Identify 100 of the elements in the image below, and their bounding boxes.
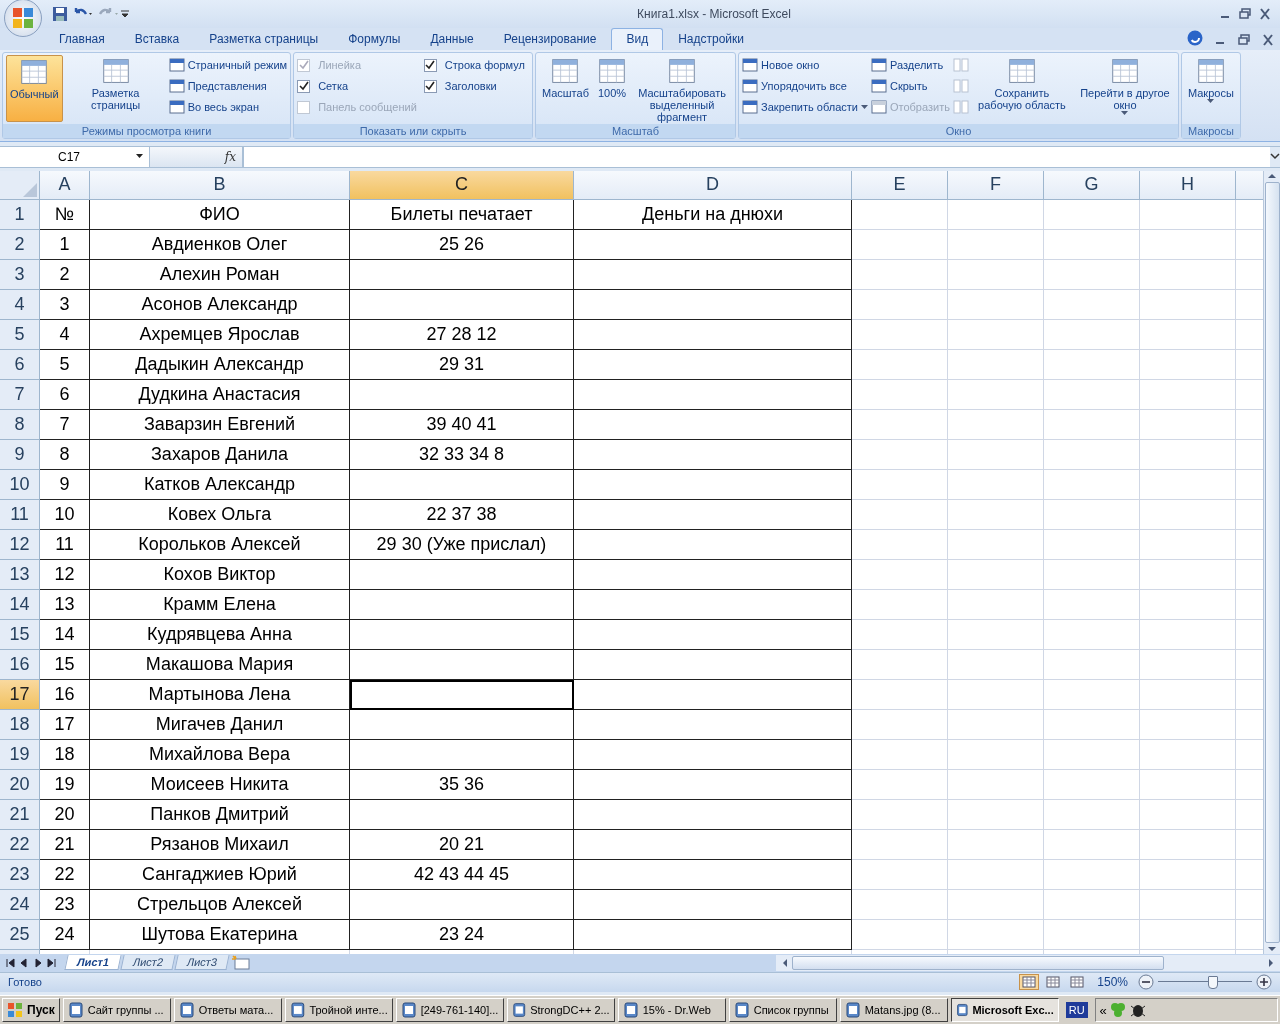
row-header[interactable]: 10 [0,469,40,500]
table-cell: Сангаджиев Юрий [90,859,350,890]
row-header[interactable]: 1 [0,199,40,230]
sheet-tab[interactable]: Лист1 [64,955,122,971]
row-header[interactable]: 5 [0,319,40,350]
row-header[interactable]: 25 [0,919,40,950]
taskbar-button[interactable]: Microsoft Exc... [950,998,1059,1023]
taskbar-button[interactable]: Matans.jpg (8... [839,998,948,1023]
ribbon-button[interactable]: Во весь экран [168,98,288,116]
ribbon-tab[interactable]: Формулы [333,28,416,50]
view-button[interactable] [1019,974,1040,991]
checkbox[interactable]: Заголовки [423,77,525,95]
sheet-icon [1110,57,1139,85]
column-header[interactable]: B [90,170,350,200]
customize-icon[interactable] [120,9,130,19]
ribbon-button[interactable]: Макросы [1184,55,1237,122]
column-header[interactable]: D [574,170,852,200]
column-header[interactable]: E [852,170,948,200]
taskbar-button[interactable]: 15% - Dr.Web [617,998,726,1023]
restore-icon[interactable] [1237,34,1251,46]
row-header[interactable]: 6 [0,349,40,380]
tray-expand-button[interactable]: « [1099,1002,1107,1018]
ribbon-tab[interactable]: Главная [44,28,120,50]
close-icon[interactable] [1258,8,1272,20]
column-header[interactable]: G [1044,170,1140,200]
checkbox[interactable]: Сетка [297,77,417,95]
ribbon-tab[interactable]: Вид [611,28,664,50]
ribbon-button[interactable]: Новое окно [742,56,868,74]
ribbon-button[interactable]: 100% [594,55,630,122]
row-header[interactable]: 14 [0,589,40,620]
save-icon[interactable] [52,6,68,22]
row-header[interactable]: 9 [0,439,40,470]
ribbon-button[interactable]: Разметка страницы [65,55,166,122]
close-icon[interactable] [1261,34,1275,46]
row-header[interactable]: 12 [0,529,40,560]
checkbox[interactable]: Строка формул [423,56,525,74]
insert-sheet-icon[interactable] [230,954,253,971]
scroll-thumb[interactable] [792,955,1165,970]
row-header[interactable]: 3 [0,259,40,290]
horizontal-scrollbar[interactable] [776,954,1280,971]
zoom-in-icon[interactable] [1256,974,1272,991]
language-indicator[interactable]: RU [1065,1002,1088,1019]
help-icon[interactable] [1187,30,1203,46]
ribbon-button[interactable]: Представления [168,77,288,95]
ribbon-button[interactable]: Страничный режим [168,56,288,74]
ribbon-tab[interactable]: Вставка [119,28,195,50]
row-header[interactable]: 21 [0,799,40,830]
ribbon-button[interactable]: Масштаб [538,55,592,122]
taskbar-button[interactable]: Тройной инте... [284,998,393,1023]
ribbon-tab[interactable]: Данные [415,28,489,50]
ribbon-tab[interactable]: Надстройки [663,28,759,50]
taskbar-button[interactable]: [249-761-140]... [395,998,504,1023]
row-header[interactable]: 7 [0,379,40,410]
sheet-tab[interactable]: Лист2 [120,955,176,971]
row-header[interactable]: 4 [0,289,40,320]
ribbon-tab[interactable]: Разметка страницы [194,28,334,50]
ribbon-button[interactable]: Разделить [870,56,950,74]
column-header[interactable]: A [40,170,90,200]
ribbon-button[interactable]: Обычный [6,55,63,122]
ribbon-button[interactable]: Скрыть [870,77,950,95]
zoom-out-icon[interactable] [1138,974,1154,991]
row-header[interactable]: 15 [0,619,40,650]
table-cell: 7 [40,409,90,440]
taskbar-button[interactable]: Ответы мата... [173,998,282,1023]
scroll-right-icon[interactable] [1266,956,1276,969]
bug-icon[interactable] [1128,1002,1147,1019]
restore-icon[interactable] [1238,8,1252,20]
slider-thumb[interactable] [1207,976,1218,990]
row-header[interactable]: 16 [0,649,40,680]
row-header[interactable]: 18 [0,709,40,740]
column-header[interactable]: F [948,170,1044,200]
taskbar-button[interactable]: StrongDC++ 2... [506,998,615,1023]
row-header[interactable]: 11 [0,499,40,530]
taskbar-button[interactable]: Сайт группы ... [62,998,171,1023]
ribbon-button[interactable]: Закрепить области [742,98,868,116]
row-header[interactable]: 2 [0,229,40,260]
row-header[interactable]: 22 [0,829,40,860]
ribbon-tab[interactable]: Рецензирование [488,28,612,50]
row-header[interactable]: 13 [0,559,40,590]
table-cell: 19 [40,769,90,800]
office-button[interactable] [4,0,42,37]
start-button[interactable]: Пуск [2,998,60,1023]
row-header[interactable]: 19 [0,739,40,770]
row-header[interactable]: 23 [0,859,40,890]
ribbon-button[interactable]: Перейти в другое окно [1074,55,1175,122]
ribbon-button[interactable]: Масштабировать выделенный фрагмент [632,55,733,122]
ribbon-button[interactable]: Упорядочить все [742,77,868,95]
formula-field[interactable] [243,147,1270,167]
row-header[interactable]: 8 [0,409,40,440]
insert-function-button[interactable]: fx [224,149,236,164]
row-header[interactable]: 20 [0,769,40,800]
zoom-slider[interactable] [1158,975,1252,990]
column-header[interactable]: H [1140,170,1236,200]
row-header[interactable]: 17 [0,679,40,710]
column-header[interactable]: C [350,170,574,200]
name-box[interactable]: C17 [0,147,150,167]
sheet-tab[interactable]: Лист3 [174,955,230,971]
taskbar-button[interactable]: Список группы [728,998,837,1023]
ribbon-button[interactable]: Сохранить рабочую область [971,55,1072,122]
row-header[interactable]: 24 [0,889,40,920]
